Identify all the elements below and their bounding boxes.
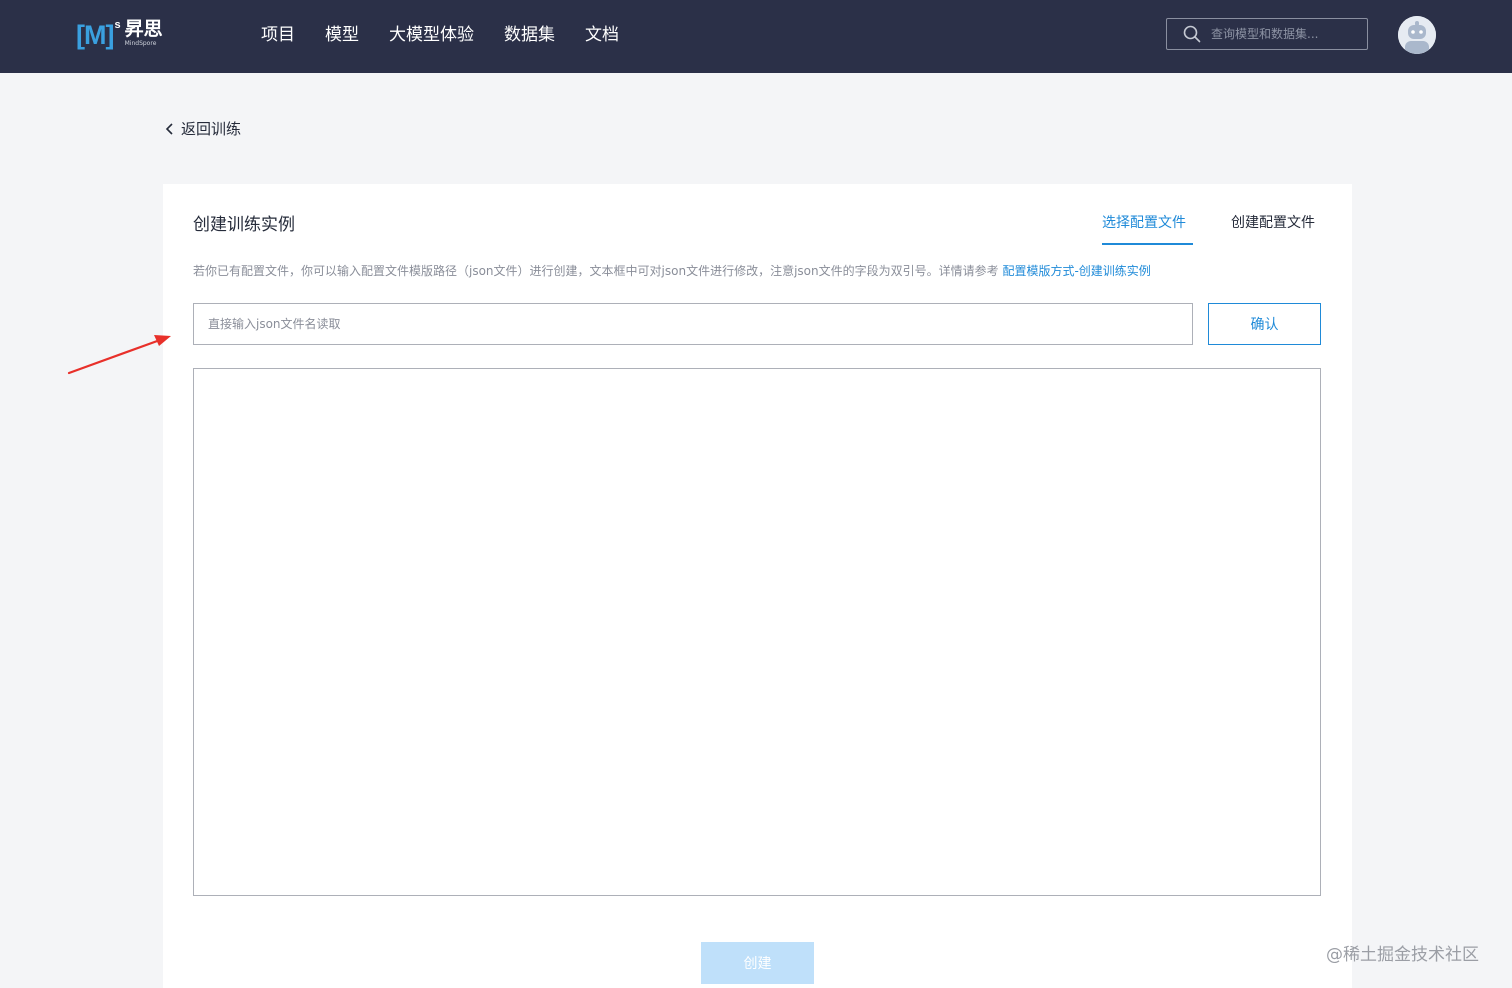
- search-icon: [1183, 25, 1201, 43]
- logo-name-cn: 昇思: [124, 18, 163, 40]
- tab-create-config-file[interactable]: 创建配置文件: [1231, 212, 1315, 232]
- top-navbar: [M] s 昇思 MindSpore 项目 模型 大模型体验 数据集 文档: [0, 0, 1512, 73]
- watermark: @稀土掘金技术社区: [1326, 945, 1479, 965]
- logo-superscript: s: [114, 19, 121, 31]
- confirm-button[interactable]: 确认: [1208, 303, 1321, 345]
- robot-avatar-icon: [1398, 16, 1436, 54]
- logo-name-en: MindSpore: [124, 40, 157, 47]
- chevron-left-icon: [165, 122, 173, 135]
- json-file-path-input[interactable]: [193, 303, 1193, 345]
- user-avatar[interactable]: [1398, 16, 1436, 54]
- search-input[interactable]: [1209, 26, 1363, 42]
- back-link-label: 返回训练: [181, 120, 242, 138]
- logo-text: 昇思 MindSpore: [125, 18, 163, 48]
- nav-item-llm-experience[interactable]: 大模型体验: [389, 22, 474, 48]
- main-nav: 项目 模型 大模型体验 数据集 文档: [261, 22, 649, 48]
- tab-select-config-file[interactable]: 选择配置文件: [1102, 212, 1186, 232]
- back-to-training-link[interactable]: 返回训练: [165, 118, 241, 139]
- create-button[interactable]: 创建: [701, 942, 814, 984]
- json-editor-textarea[interactable]: [193, 368, 1321, 896]
- active-tab-indicator: [1102, 243, 1193, 245]
- page-title: 创建训练实例: [193, 215, 295, 235]
- nav-item-models[interactable]: 模型: [325, 22, 359, 48]
- instructions-body: 若你已有配置文件，你可以输入配置文件模版路径（json文件）进行创建，文本框中可…: [193, 264, 999, 278]
- red-annotation-arrow-icon: [67, 335, 171, 375]
- logo-mark: [M]: [76, 20, 114, 50]
- nav-item-datasets[interactable]: 数据集: [504, 22, 555, 48]
- search-box[interactable]: [1166, 18, 1368, 50]
- instructions-text: 若你已有配置文件，你可以输入配置文件模版路径（json文件）进行创建，文本框中可…: [193, 262, 1151, 279]
- create-training-instance-card: 创建训练实例 选择配置文件 创建配置文件 若你已有配置文件，你可以输入配置文件模…: [163, 184, 1352, 988]
- config-template-doc-link[interactable]: 配置模版方式-创建训练实例: [1002, 264, 1150, 278]
- nav-item-docs[interactable]: 文档: [585, 22, 619, 48]
- mindspore-logo[interactable]: [M] s 昇思 MindSpore: [76, 18, 163, 54]
- nav-item-projects[interactable]: 项目: [261, 22, 295, 48]
